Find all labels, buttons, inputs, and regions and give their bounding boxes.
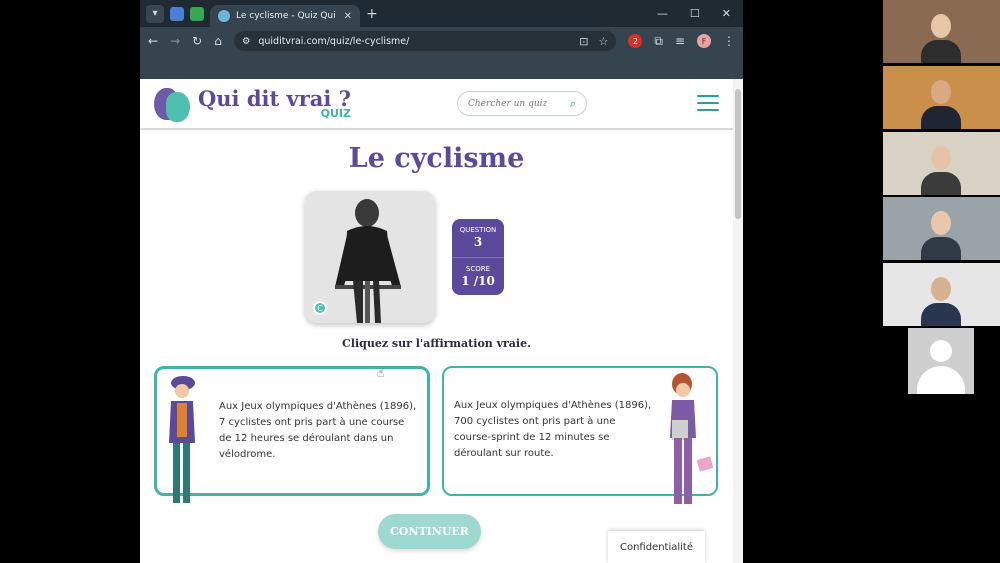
answer-option-1-text: Aux Jeux olympiques d'Athènes (1896), 7 … — [219, 401, 417, 460]
user-avatar-icon — [930, 340, 952, 362]
participant-tile-4[interactable] — [883, 197, 1000, 260]
question-photo: C — [305, 191, 435, 323]
privacy-button[interactable]: Confidentialité — [608, 531, 705, 563]
close-window-icon[interactable]: ✕ — [722, 7, 731, 20]
new-tab-button[interactable]: + — [366, 6, 378, 22]
woman-illustration-icon — [169, 376, 195, 503]
site-info-icon[interactable]: ⚙ — [242, 36, 251, 47]
omnibox-actions: ⊡ ☆ — [579, 35, 608, 48]
screen: ▾ Le cyclisme - Quiz Qui dit vrai? ✕ + —… — [0, 0, 1000, 563]
tab-search-button[interactable]: ▾ — [146, 4, 164, 23]
question-counter: QUESTION 3 — [452, 219, 504, 257]
woman-with-tablet-illustration-icon — [670, 373, 714, 504]
hamburger-menu-icon[interactable] — [697, 95, 719, 111]
continue-button[interactable]: CONTINUER — [378, 514, 481, 549]
reading-list-icon[interactable]: ≡ — [675, 34, 685, 48]
install-app-icon[interactable]: ⊡ — [579, 35, 588, 48]
score-label: SCORE — [465, 265, 491, 273]
pinned-tab-app[interactable] — [190, 6, 204, 21]
question-label: QUESTION — [459, 226, 497, 234]
answer-option-2-text: Aux Jeux olympiques d'Athènes (1896), 70… — [454, 400, 652, 459]
tab-title: Le cyclisme - Quiz Qui dit vrai? — [236, 11, 338, 21]
question-number: 3 — [473, 235, 483, 249]
logo-title: Qui dit vrai ? — [198, 86, 351, 111]
logo-faces-icon — [152, 84, 192, 124]
quiz-search: ⌕ — [457, 91, 587, 116]
page-scrollbar[interactable] — [733, 79, 743, 563]
participant-tile-2[interactable] — [883, 66, 1000, 129]
reload-icon[interactable]: ↻ — [192, 34, 202, 48]
chevron-down-icon: ▾ — [152, 8, 158, 19]
url-text: quiditvrai.com/quiz/le-cyclisme/ — [258, 35, 410, 47]
window-controls: — ☐ ✕ — [657, 7, 737, 20]
extension-badge-icon[interactable]: 2 — [628, 34, 643, 48]
site-logo[interactable]: Qui dit vrai ? QUIZ — [152, 84, 351, 124]
profile-avatar[interactable]: F — [697, 34, 711, 48]
forward-icon[interactable]: → — [170, 34, 180, 48]
photo-credit-icon[interactable]: C — [313, 301, 327, 315]
site-favicon-icon — [218, 10, 230, 22]
browser-window: ▾ Le cyclisme - Quiz Qui dit vrai? ✕ + —… — [140, 0, 743, 563]
participant-tile-5[interactable] — [883, 263, 1000, 326]
close-tab-icon[interactable]: ✕ — [344, 11, 352, 22]
minimize-icon[interactable]: — — [657, 7, 668, 20]
participant-tile-1[interactable] — [883, 0, 1000, 63]
address-bar[interactable]: ⚙ quiditvrai.com/quiz/le-cyclisme/ ⊡ ☆ — [233, 31, 617, 51]
web-page: Qui dit vrai ? QUIZ ⌕ Le cyclisme — [140, 79, 743, 563]
home-icon[interactable]: ⌂ — [214, 34, 222, 48]
bookmark-star-icon[interactable]: ☆ — [598, 35, 608, 48]
browser-toolbar: ← → ↻ ⌂ ⚙ quiditvrai.com/quiz/le-cyclism… — [140, 27, 743, 55]
tab-bar: ▾ Le cyclisme - Quiz Qui dit vrai? ✕ + —… — [140, 0, 743, 27]
scrollbar-thumb[interactable] — [735, 89, 741, 219]
search-icon[interactable]: ⌕ — [570, 97, 576, 111]
site-header: Qui dit vrai ? QUIZ ⌕ — [140, 79, 743, 130]
tab-active[interactable]: Le cyclisme - Quiz Qui dit vrai? ✕ — [210, 5, 360, 27]
score-value: 1 /10 — [461, 274, 495, 288]
answer-option-2[interactable]: Aux Jeux olympiques d'Athènes (1896), 70… — [442, 366, 718, 504]
maximize-icon[interactable]: ☐ — [690, 7, 700, 20]
quiz-instruction: Cliquez sur l'affirmation vraie. — [342, 337, 531, 350]
pinned-tab-calendar[interactable] — [170, 6, 184, 21]
extensions-puzzle-icon[interactable]: ⧉ — [654, 34, 663, 49]
mouse-cursor-icon: ☝ — [377, 366, 385, 380]
answer-option-1[interactable]: Aux Jeux olympiques d'Athènes (1896), 7 … — [154, 366, 430, 503]
participant-avatar-placeholder[interactable] — [908, 328, 974, 394]
bookmarks-bar-area — [140, 55, 743, 79]
score-counter: SCORE 1 /10 — [452, 257, 504, 295]
quiz-title: Le cyclisme — [348, 143, 525, 174]
search-input[interactable] — [468, 98, 563, 109]
participant-tile-3[interactable] — [883, 132, 1000, 195]
menu-kebab-icon[interactable]: ⋮ — [723, 34, 735, 48]
back-icon[interactable]: ← — [148, 34, 158, 48]
